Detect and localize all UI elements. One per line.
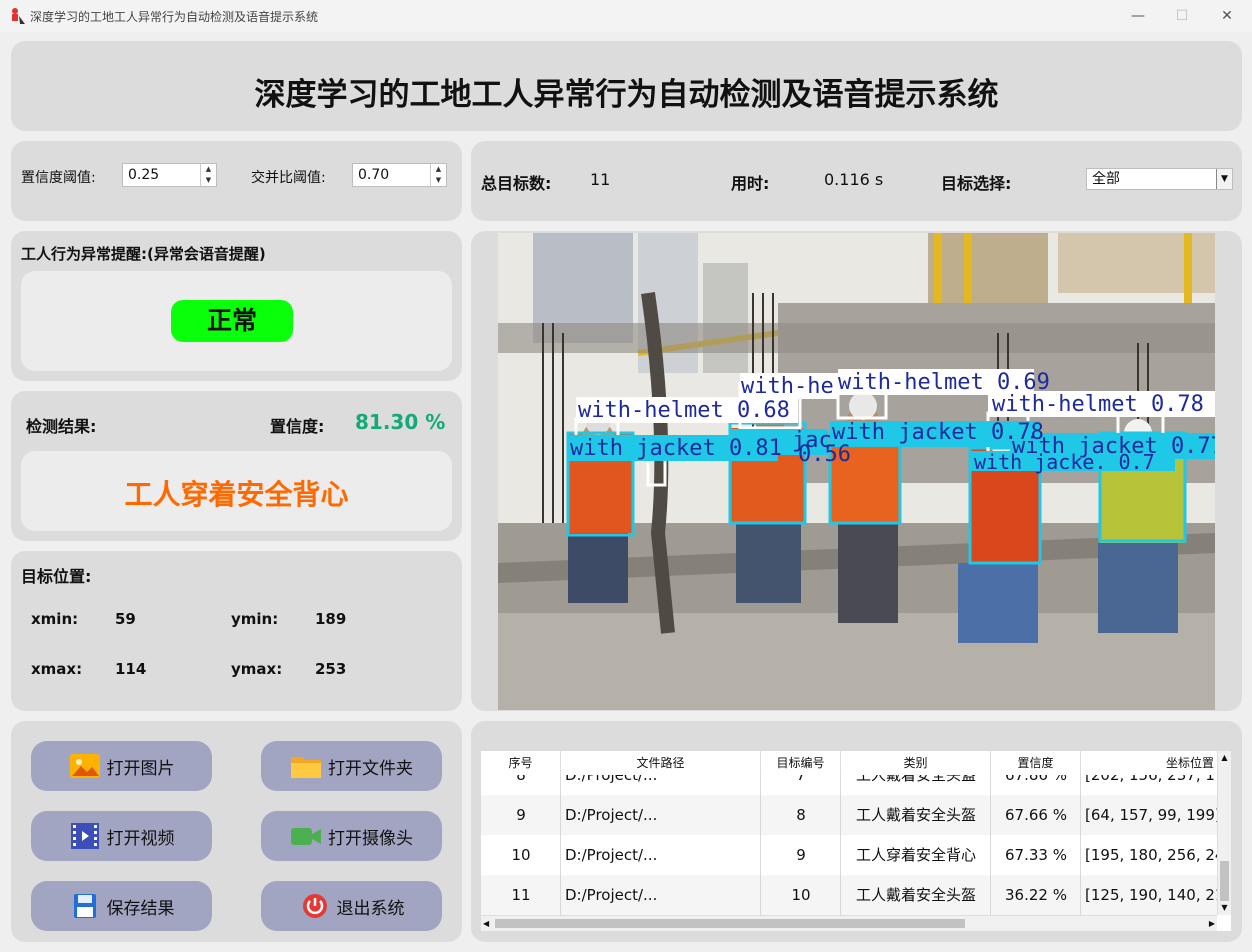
- col-header-path[interactable]: 文件路径: [561, 751, 761, 775]
- col-header-confidence[interactable]: 置信度: [991, 751, 1081, 775]
- alert-panel: 工人行为异常提醒:(异常会语音提醒) 正常: [11, 231, 462, 381]
- window-title: 深度学习的工地工人异常行为自动检测及语音提示系统: [30, 10, 319, 24]
- page-title: 深度学习的工地工人异常行为自动检测及语音提示系统: [254, 77, 999, 113]
- ymin-value: 189: [315, 610, 347, 628]
- threshold-panel: 置信度阈值: 0.25 ▲ ▼ 交并比阈值: 0.70 ▲ ▼: [11, 141, 462, 221]
- results-table[interactable]: 序号 文件路径 目标编号 类别 置信度 坐标位置 8 D:/Project/..…: [481, 751, 1231, 931]
- alert-status-box: 正常: [21, 271, 452, 371]
- detection-result-panel: 检测结果: 置信度: 81.30 % 工人穿着安全背心: [11, 391, 462, 541]
- time-value: 0.116 s: [824, 170, 884, 189]
- col-divider: [760, 775, 761, 915]
- folder-icon: [291, 757, 321, 778]
- scroll-thumb[interactable]: [1220, 861, 1229, 901]
- xmin-label: xmin:: [31, 610, 79, 628]
- col-header-index[interactable]: 序号: [481, 751, 561, 775]
- table-row[interactable]: 11 D:/Project/... 10 工人戴着安全头盔 36.22 % [1…: [481, 875, 1219, 915]
- label-jacket-081: with jacket 0.81: [570, 436, 782, 461]
- window-titlebar: 深度学习的工地工人异常行为自动检测及语音提示系统 — ☐ ✕: [0, 0, 1252, 32]
- ymin-label: ymin:: [231, 610, 279, 628]
- save-label: 保存结果: [106, 898, 175, 919]
- open-video-button[interactable]: 打开视频: [31, 811, 212, 861]
- col-divider: [560, 775, 561, 915]
- col-divider: [840, 775, 841, 915]
- open-image-button[interactable]: 打开图片: [31, 741, 212, 791]
- header-panel: 深度学习的工地工人异常行为自动检测及语音提示系统: [11, 41, 1242, 131]
- scroll-left-icon[interactable]: ◀: [483, 916, 489, 931]
- vertical-scrollbar[interactable]: ▲ ▼: [1217, 751, 1231, 915]
- scroll-h-thumb[interactable]: [495, 919, 965, 928]
- target-position-panel: 目标位置: xmin: 59 ymin: 189 xmax: 114 ymax:…: [11, 551, 462, 711]
- label-helmet-078: with-helmet 0.78: [992, 392, 1204, 417]
- save-icon: [73, 894, 96, 918]
- camera-icon: [291, 828, 321, 845]
- conf-threshold-spinbox[interactable]: 0.25 ▲ ▼: [122, 163, 217, 187]
- alert-title: 工人行为异常提醒:(异常会语音提醒): [21, 245, 266, 263]
- label-jacket-partial-2: with jacke. 0.7: [974, 450, 1155, 474]
- conf-threshold-value: 0.25: [128, 167, 160, 183]
- scroll-right-icon[interactable]: ▶: [1209, 916, 1215, 931]
- spin-arrows-icon[interactable]: ▲ ▼: [200, 164, 216, 186]
- exit-label: 退出系统: [336, 898, 405, 919]
- spin-arrows-icon[interactable]: ▲ ▼: [430, 164, 446, 186]
- label-helmet-068: with-helmet 0.68: [578, 398, 790, 423]
- target-select-label: 目标选择:: [941, 174, 1012, 193]
- open-image-label: 打开图片: [106, 758, 175, 779]
- total-targets-label: 总目标数:: [481, 174, 552, 193]
- save-button[interactable]: 保存结果: [31, 881, 212, 931]
- power-icon: [302, 894, 327, 918]
- construction-scene: with-helmet 0.68 with-helmet 0.69 with-h…: [498, 233, 1215, 710]
- exit-button[interactable]: 退出系统: [261, 881, 442, 931]
- target-select-value: 全部: [1092, 171, 1120, 187]
- chevron-down-icon[interactable]: ▼: [1216, 169, 1232, 189]
- col-header-class[interactable]: 类别: [841, 751, 991, 775]
- image-icon: [69, 754, 100, 778]
- maximize-button[interactable]: ☐: [1172, 6, 1192, 26]
- time-label: 用时:: [731, 174, 770, 193]
- scroll-down-icon[interactable]: ▼: [1218, 901, 1231, 915]
- worker-app-icon: [12, 8, 25, 24]
- confidence-label: 置信度:: [270, 417, 325, 436]
- open-folder-label: 打开文件夹: [328, 758, 413, 779]
- position-title: 目标位置:: [21, 567, 92, 586]
- open-camera-label: 打开摄像头: [328, 828, 413, 849]
- ymax-label: ymax:: [231, 660, 283, 678]
- result-text: 工人穿着安全背心: [124, 478, 349, 511]
- confidence-value: 81.30 %: [355, 410, 446, 434]
- open-folder-button[interactable]: 打开文件夹: [261, 741, 442, 791]
- label-score-partial: 0.56: [798, 442, 851, 467]
- stats-panel: 总目标数: 11 用时: 0.116 s 目标选择: 全部 ▼: [471, 141, 1242, 221]
- close-button[interactable]: ✕: [1217, 6, 1237, 26]
- col-header-coords[interactable]: 坐标位置: [1081, 751, 1219, 775]
- open-camera-button[interactable]: 打开摄像头: [261, 811, 442, 861]
- result-label: 检测结果:: [26, 417, 97, 436]
- col-divider: [990, 775, 991, 915]
- scroll-up-icon[interactable]: ▲: [1218, 751, 1231, 765]
- horizontal-scrollbar[interactable]: ◀ ▶: [481, 915, 1217, 931]
- table-row[interactable]: 10 D:/Project/... 9 工人穿着安全背心 67.33 % [19…: [481, 835, 1219, 875]
- label-helmet-partial: with-he: [741, 374, 834, 399]
- ymax-value: 253: [315, 660, 347, 678]
- xmax-label: xmax:: [31, 660, 83, 678]
- xmin-value: 59: [115, 610, 136, 628]
- iou-threshold-spinbox[interactable]: 0.70 ▲ ▼: [352, 163, 447, 187]
- table-row[interactable]: 9 D:/Project/... 8 工人戴着安全头盔 67.66 % [64,…: [481, 795, 1219, 835]
- target-select-dropdown[interactable]: 全部 ▼: [1086, 168, 1233, 190]
- conf-threshold-label: 置信度阈值:: [21, 170, 96, 186]
- open-video-label: 打开视频: [106, 828, 175, 849]
- buttons-panel: 打开图片 打开文件夹 打开视频 打开摄像头 保存结果 退出系统: [11, 721, 462, 942]
- iou-threshold-value: 0.70: [358, 167, 390, 183]
- status-badge: 正常: [171, 300, 293, 342]
- col-header-target-id[interactable]: 目标编号: [761, 751, 841, 775]
- minimize-button[interactable]: —: [1128, 6, 1148, 26]
- film-icon: [70, 823, 99, 849]
- detection-image: with-helmet 0.68 with-helmet 0.69 with-h…: [498, 233, 1215, 710]
- result-text-box: 工人穿着安全背心: [21, 451, 452, 531]
- table-row[interactable]: 8 D:/Project/... 7 工人戴着安全头盔 67.86 % [202…: [481, 775, 1219, 795]
- col-divider: [1080, 775, 1081, 915]
- iou-threshold-label: 交并比阈值:: [251, 170, 326, 186]
- xmax-value: 114: [115, 660, 147, 678]
- total-targets-value: 11: [590, 170, 611, 189]
